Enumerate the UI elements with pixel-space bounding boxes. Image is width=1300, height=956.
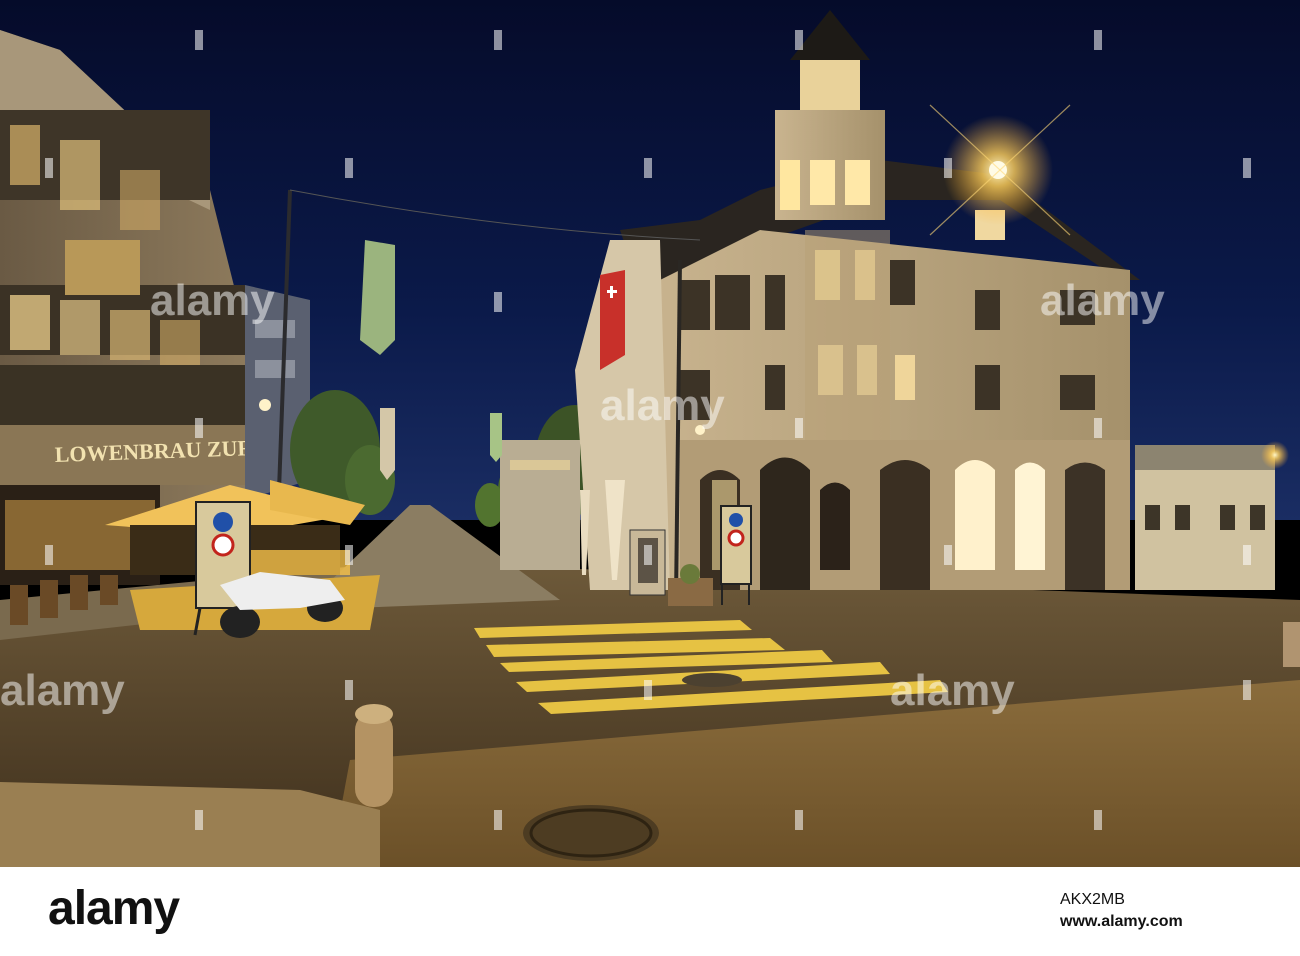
watermark: alamy [0, 666, 125, 715]
watermark: alamy [600, 381, 725, 430]
stock-footer: alamy AKX2MB www.alamy.com [0, 867, 1300, 956]
street-night-photo: LOWENBRAU ZURICH alamy alamy alamy alamy… [0, 0, 1300, 867]
image-id: AKX2MB [1060, 891, 1125, 908]
bollard [355, 704, 393, 807]
site-url: www.alamy.com [1060, 913, 1183, 930]
watermark: alamy [890, 666, 1015, 715]
manhole-cover [682, 673, 742, 687]
green-banner [360, 240, 395, 355]
distant-building [500, 440, 580, 570]
right-low-building [1135, 445, 1275, 590]
watermark: alamy [150, 276, 275, 325]
alamy-logo: alamy [48, 882, 180, 935]
watermark: alamy [1040, 276, 1165, 325]
swiss-flag [600, 270, 625, 370]
manhole-cover-front [523, 805, 659, 861]
footer-info: AKX2MB www.alamy.com [1060, 889, 1183, 933]
